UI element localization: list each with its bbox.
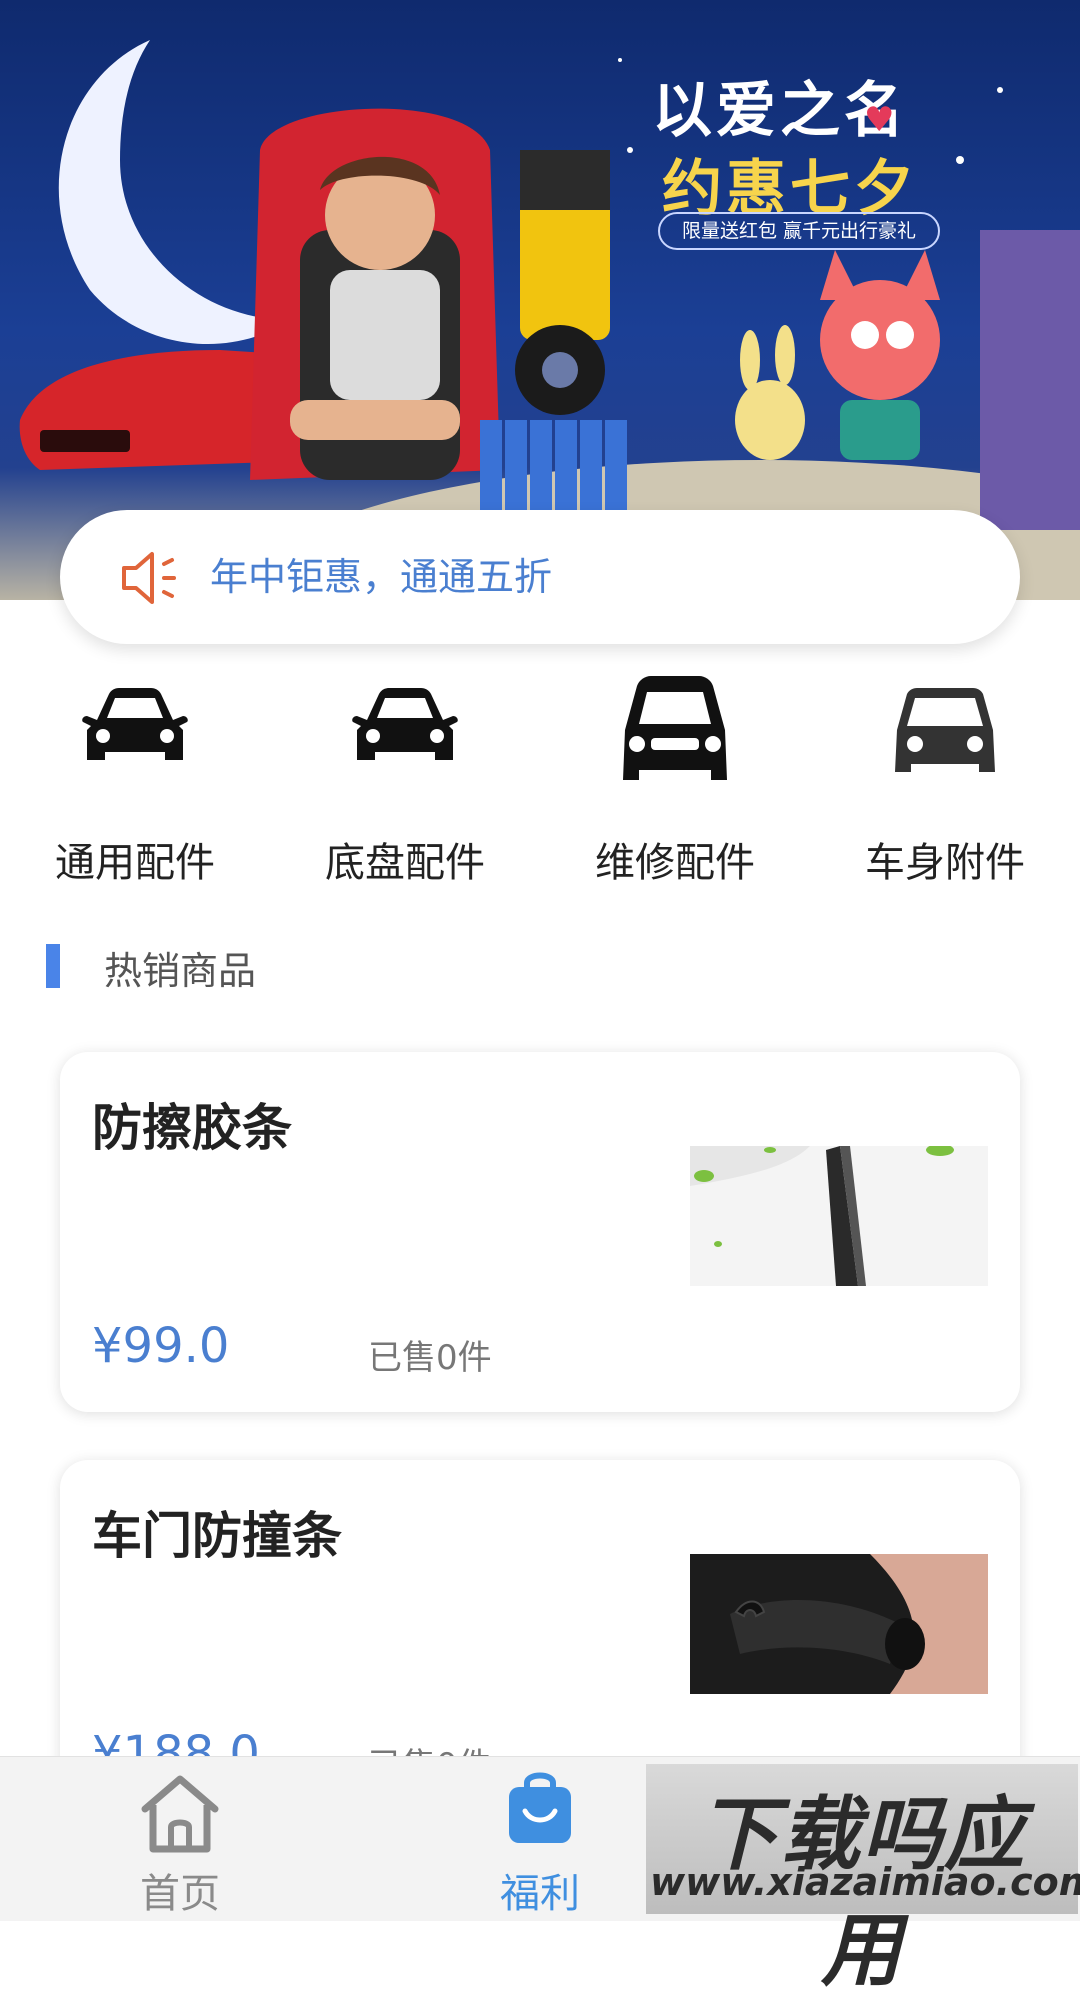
tab-home-label: 首页 [140,1871,220,1917]
shopping-bag-icon [509,1772,571,1843]
product-image [690,1146,988,1286]
watermark: 下载吗应用 www.xiazaimiao.com [646,1764,1080,1997]
category-item-general[interactable]: 通用配件 [0,680,270,886]
category-label: 通用配件 [55,840,215,886]
product-price: ¥99.0 [92,1318,230,1374]
heart-icon: ♥ [864,100,895,140]
announcement-bar[interactable]: 年中钜惠，通通五折 [60,510,1020,644]
category-item-chassis[interactable]: 底盘配件 [270,680,540,886]
banner-tagline: 限量送红包 赢千元出行豪礼 [658,212,940,250]
announcement-text: 年中钜惠，通通五折 [210,555,553,599]
home-icon [141,1775,219,1853]
category-grid: 通用配件 底盘配件 维修配件 车身附件 [0,676,1080,886]
category-item-repair[interactable]: 维修配件 [540,676,810,886]
product-name: 防擦胶条 [92,1099,292,1157]
category-item-body[interactable]: 车身附件 [810,680,1080,886]
section-title: 热销商品 [104,949,257,993]
category-label: 维修配件 [595,840,755,886]
product-image [690,1554,988,1694]
product-sold-count: 已售0件 [368,1338,492,1378]
category-label: 底盘配件 [325,840,485,886]
speaker-icon [122,552,176,604]
tab-welfare-label: 福利 [500,1871,580,1917]
car-front-outline-icon [895,688,995,772]
tab-home[interactable]: 首页 [30,1757,330,1921]
product-card[interactable]: 防擦胶条 ¥99.0 已售0件 [60,1052,1020,1412]
watermark-url: www.xiazaimiao.com [650,1860,1080,1904]
tab-welfare[interactable]: 福利 [390,1757,690,1921]
car-front-icon [352,688,458,760]
category-label: 车身附件 [865,840,1025,886]
product-name: 车门防撞条 [92,1507,342,1565]
banner-headline: 以爱之名 [652,76,908,146]
car-front-icon [82,688,188,760]
car-front-large-icon [623,676,727,780]
section-accent-bar [46,944,60,988]
